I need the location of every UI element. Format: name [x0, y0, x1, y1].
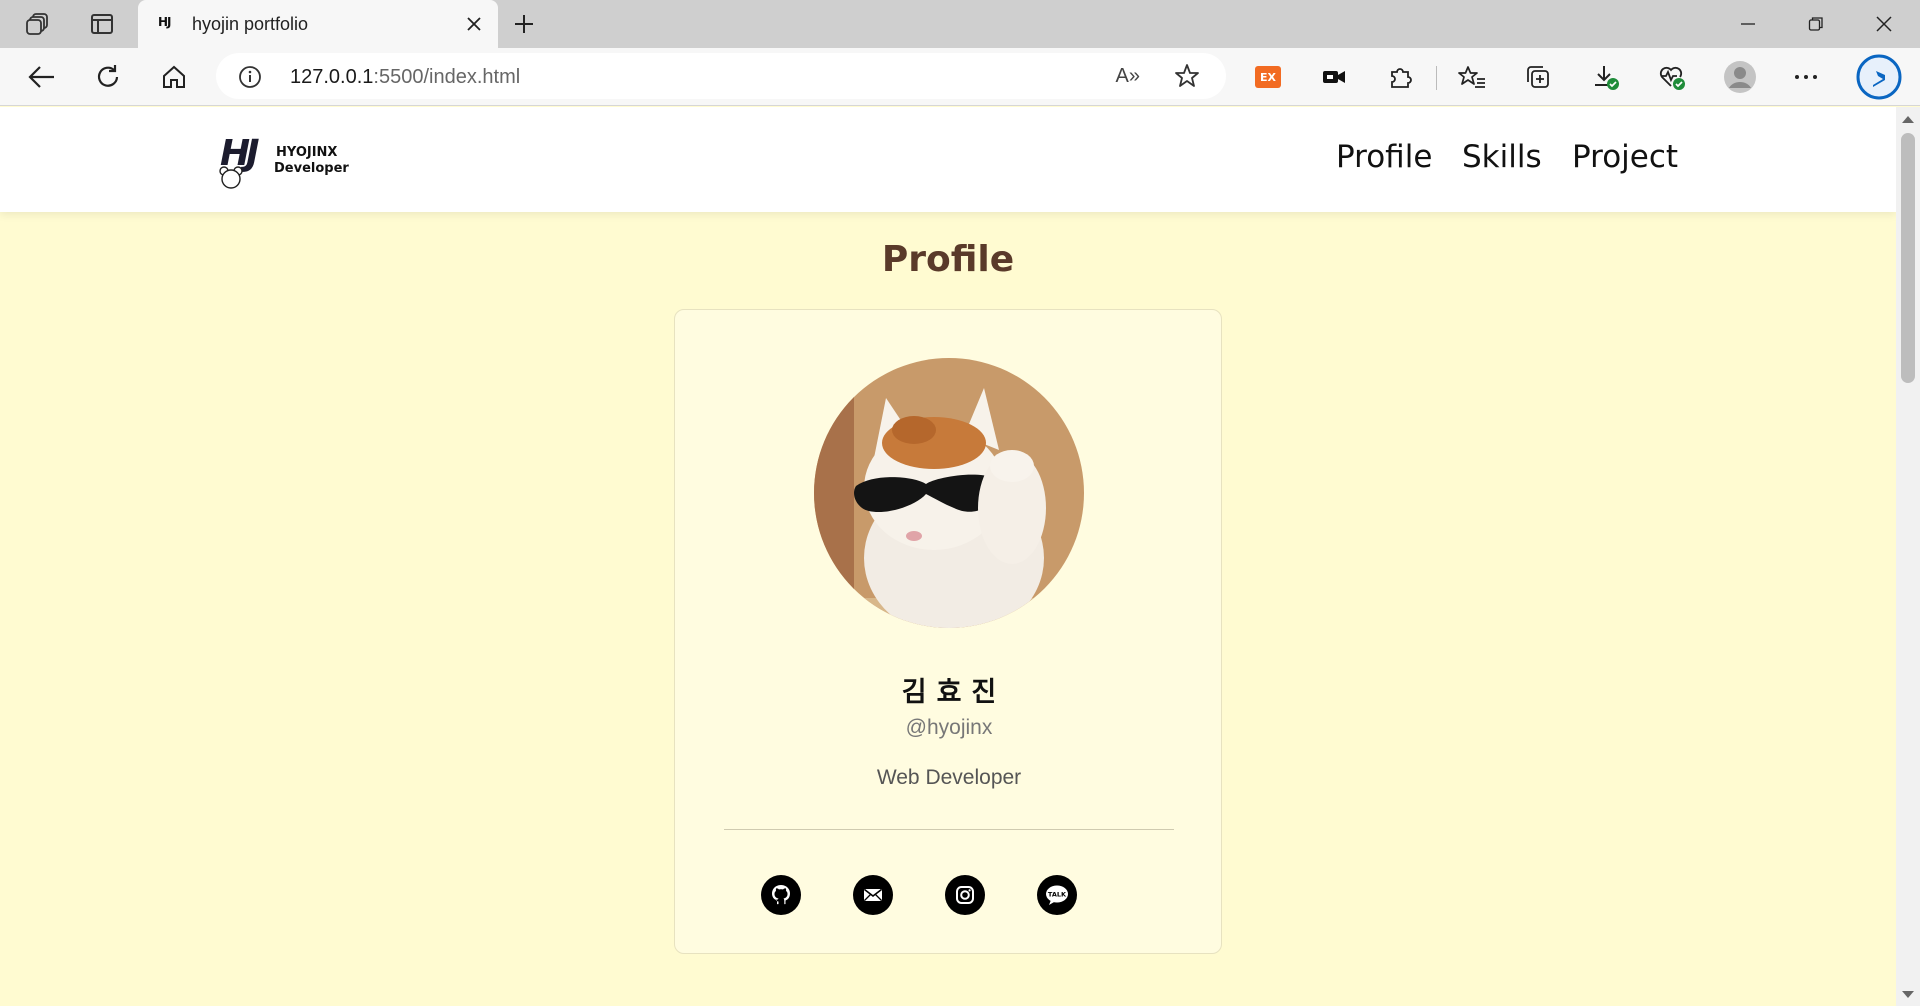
read-aloud-icon[interactable]: A»: [1116, 65, 1140, 88]
nav-project[interactable]: Project: [1572, 139, 1678, 175]
profile-photo: [814, 358, 1084, 628]
downloads-button[interactable]: [1586, 57, 1626, 97]
cat-with-sunglasses-image: [814, 358, 1084, 628]
url-host: 127.0.0.1: [290, 66, 374, 88]
home-icon: [163, 65, 185, 88]
refresh-icon: [97, 65, 119, 87]
scroll-down-arrow-icon[interactable]: [1902, 991, 1914, 998]
url-path: :5500/index.html: [373, 66, 521, 88]
github-link[interactable]: [761, 875, 801, 915]
video-extension-button[interactable]: [1314, 57, 1354, 97]
collections-button[interactable]: [1518, 57, 1558, 97]
url-text[interactable]: 127.0.0.1:5500/index.html: [290, 66, 520, 89]
browser-toolbar: 127.0.0.1:5500/index.html A» EX: [0, 48, 1920, 106]
toolbar-divider: [1436, 66, 1437, 90]
download-icon: [1595, 66, 1619, 90]
back-button[interactable]: [22, 57, 62, 97]
minimize-icon: [1741, 23, 1755, 25]
favicon: HJ: [158, 15, 172, 29]
favorites-button[interactable]: [1452, 57, 1492, 97]
star-icon[interactable]: [1174, 63, 1200, 89]
logo-text-name: HYOJINX: [276, 145, 338, 160]
kakaotalk-icon: TALK: [1046, 885, 1068, 905]
bing-icon: [1856, 54, 1902, 100]
scroll-up-arrow-icon[interactable]: [1902, 116, 1914, 123]
tab-strip: HJ hyojin portfolio: [0, 0, 1920, 48]
refresh-button[interactable]: [88, 57, 128, 97]
copilot-button[interactable]: [1856, 54, 1902, 100]
heart-pulse-icon: [1659, 66, 1685, 90]
minimize-button[interactable]: [1716, 0, 1780, 48]
vertical-scrollbar[interactable]: [1896, 107, 1920, 1006]
address-bar[interactable]: 127.0.0.1:5500/index.html A»: [216, 53, 1226, 99]
new-tab-button[interactable]: [508, 8, 540, 40]
instagram-icon: [956, 886, 974, 904]
site-header: HJ HYOJINX Developer Profile Skills Proj…: [0, 107, 1896, 212]
more-dots-icon: [1795, 75, 1817, 79]
workspaces-icon[interactable]: [18, 8, 58, 40]
tab-actions-icon[interactable]: [82, 8, 122, 40]
avatar-icon: [1724, 61, 1756, 93]
collections-icon: [1527, 66, 1549, 88]
extension-badge: EX: [1255, 66, 1281, 88]
nav-profile[interactable]: Profile: [1336, 139, 1432, 175]
video-camera-icon: [1323, 71, 1345, 83]
github-icon: [767, 881, 795, 909]
card-divider: [724, 829, 1174, 830]
profile-card: 김효진 @hyojinx Web Developer TALK: [674, 309, 1222, 954]
profile-handle: @hyojinx: [905, 716, 993, 739]
section-title: Profile: [881, 239, 1015, 280]
logo-text-role: Developer: [274, 161, 349, 176]
page-viewport: HJ HYOJINX Developer Profile Skills Proj…: [0, 107, 1896, 1006]
mail-icon: [864, 888, 882, 901]
puzzle-icon: [1391, 68, 1412, 88]
scrollbar-thumb[interactable]: [1901, 133, 1915, 383]
kakaotalk-text: TALK: [1048, 891, 1067, 899]
back-arrow-icon: [28, 66, 54, 88]
settings-more-button[interactable]: [1786, 57, 1826, 97]
profile-button[interactable]: [1720, 57, 1760, 97]
nav-skills[interactable]: Skills: [1462, 139, 1542, 175]
site-nav: Profile Skills Project: [1336, 139, 1896, 183]
close-window-button[interactable]: [1852, 0, 1916, 48]
profile-role: Web Developer: [876, 766, 1022, 789]
plus-icon: [515, 15, 533, 33]
home-button[interactable]: [154, 57, 194, 97]
favorites-icon: [1458, 66, 1485, 88]
tab-title: hyojin portfolio: [192, 14, 309, 34]
email-link[interactable]: [853, 875, 893, 915]
restore-button[interactable]: [1784, 0, 1848, 48]
info-icon[interactable]: [238, 65, 262, 89]
profile-name: 김효진: [901, 677, 1007, 708]
extension-ex-button[interactable]: EX: [1248, 57, 1288, 97]
performance-button[interactable]: [1652, 57, 1692, 97]
extensions-button[interactable]: [1380, 57, 1420, 97]
kakaotalk-link[interactable]: TALK: [1037, 875, 1077, 915]
close-icon: [1876, 16, 1892, 32]
close-icon[interactable]: [460, 10, 488, 38]
instagram-link[interactable]: [945, 875, 985, 915]
site-logo[interactable]: HJ HYOJINX Developer: [216, 131, 349, 191]
bear-icon: [219, 166, 243, 189]
restore-icon: [1808, 17, 1823, 31]
browser-tab-active[interactable]: HJ hyojin portfolio: [138, 0, 498, 48]
